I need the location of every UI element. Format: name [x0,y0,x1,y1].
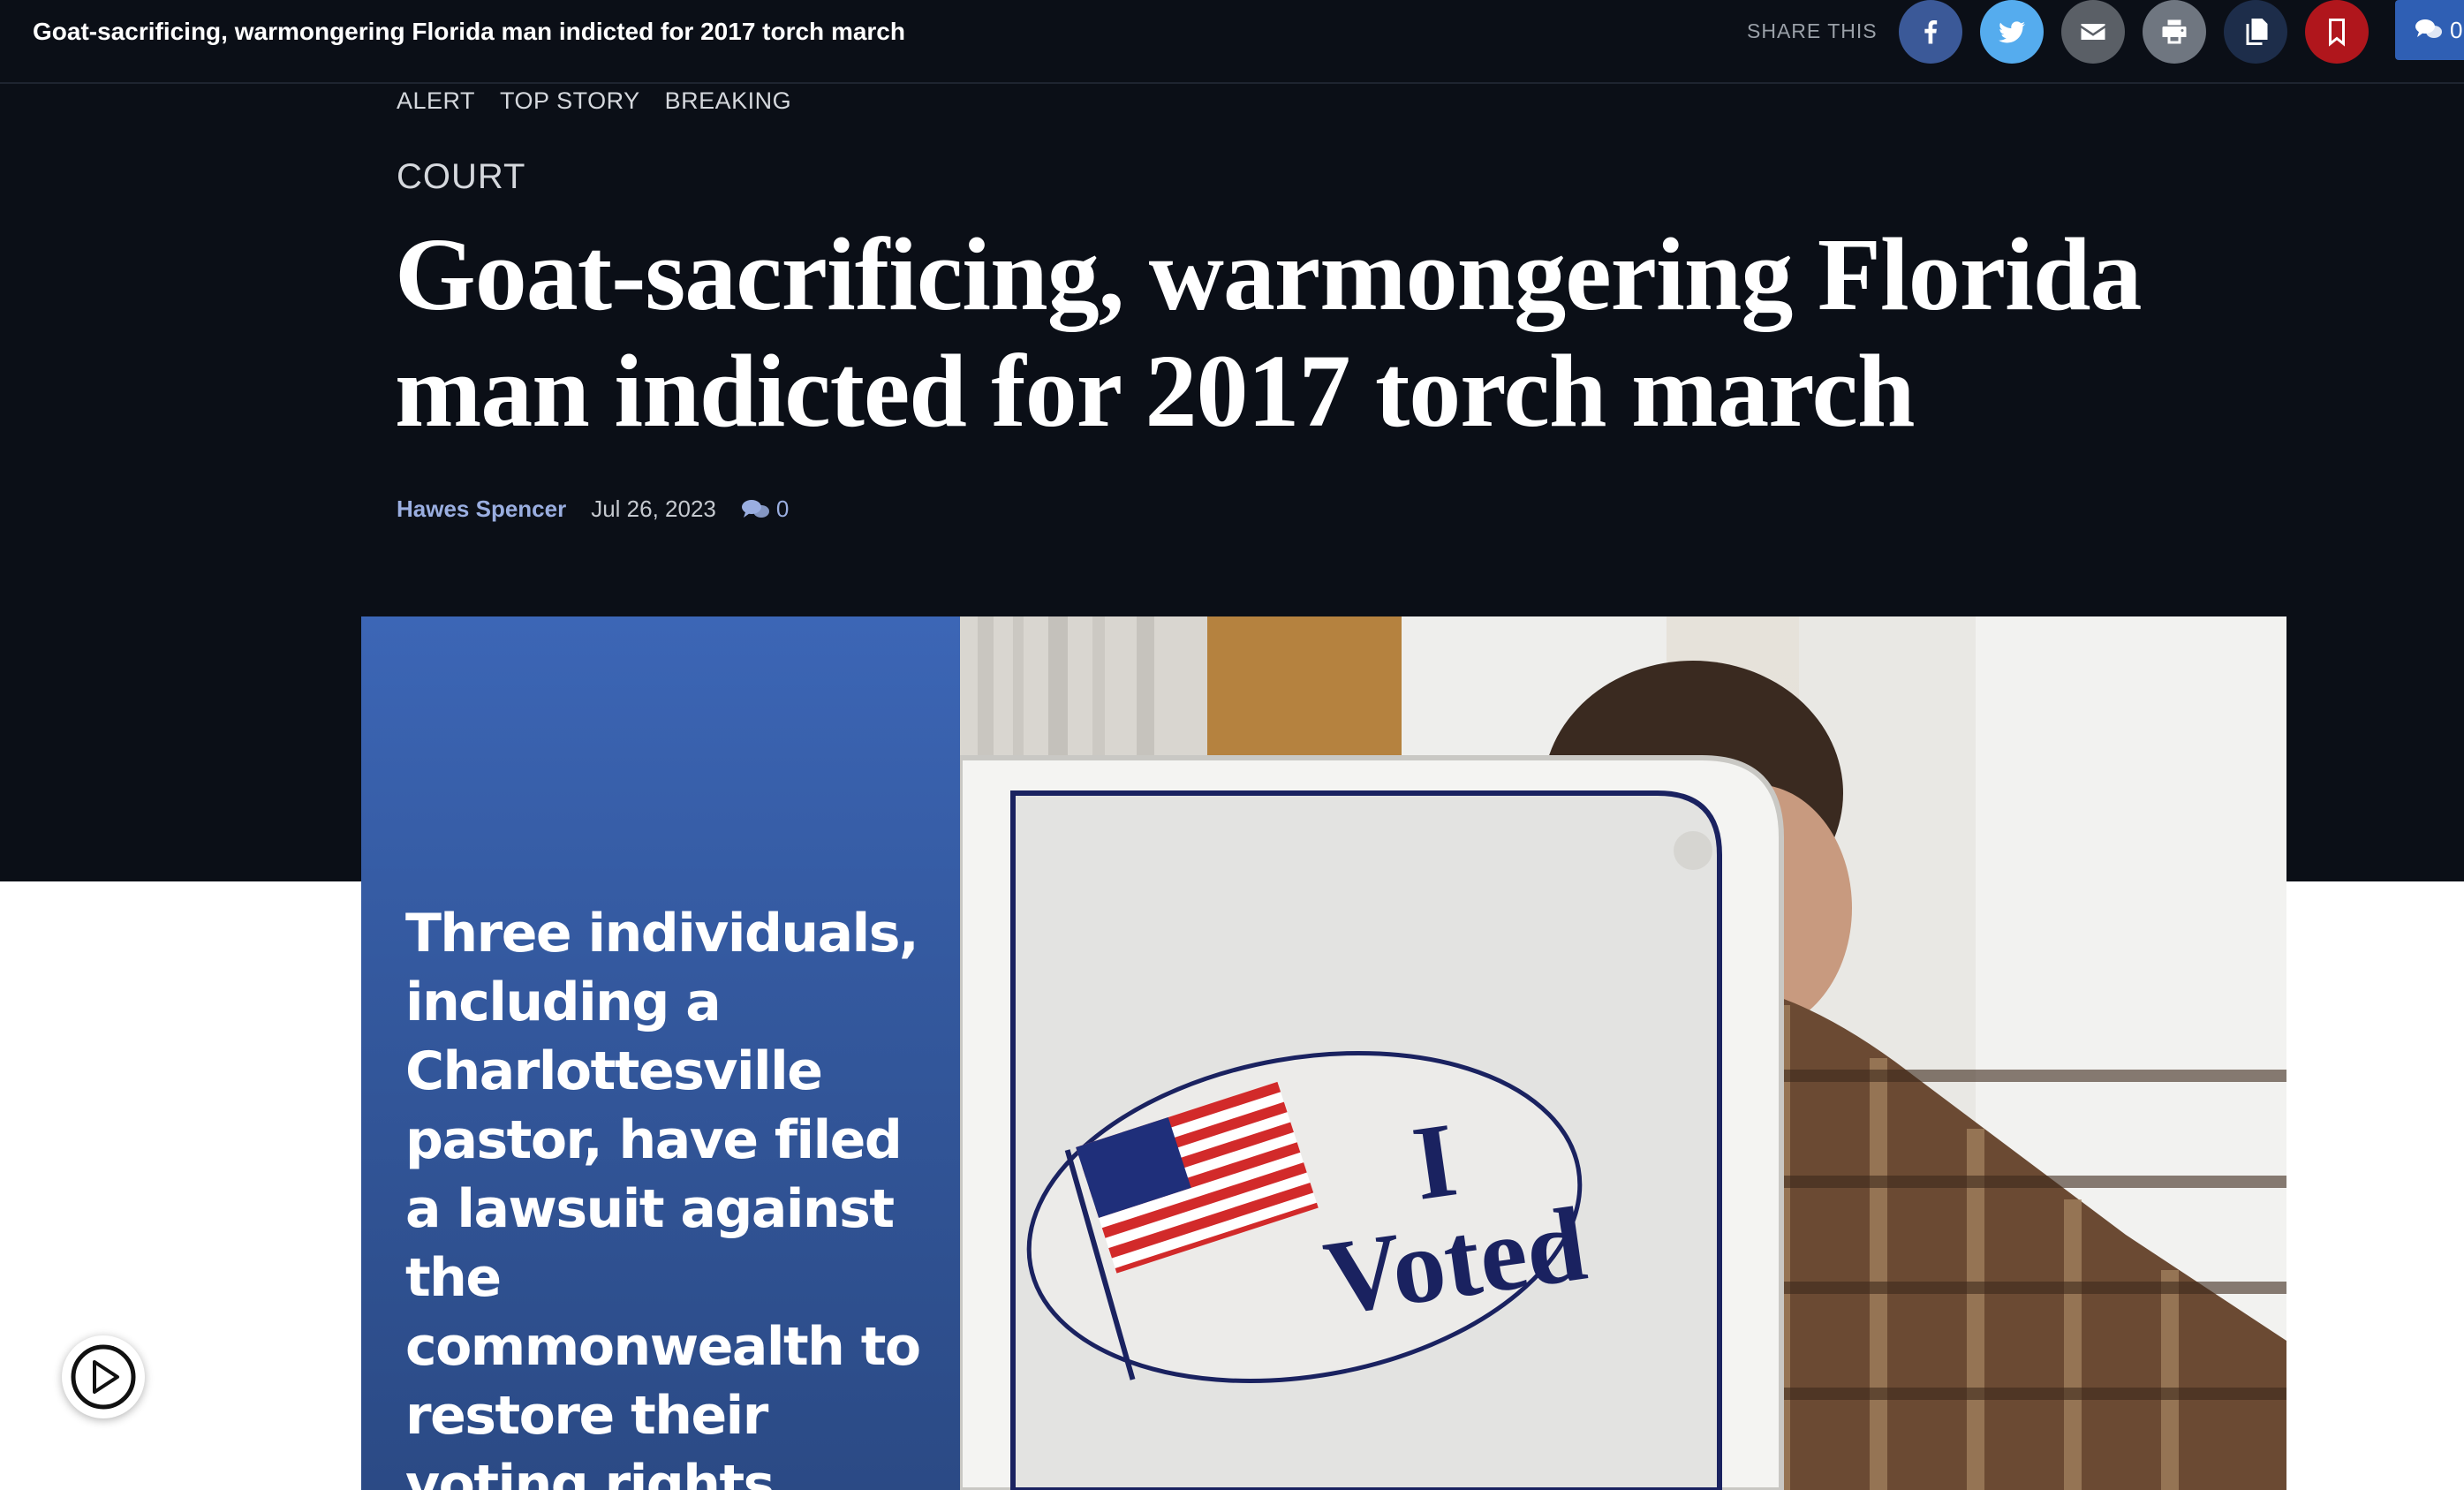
comments-icon [2415,19,2442,38]
flag-breaking[interactable]: BREAKING [665,87,792,115]
voting-booth-photo: I Voted [957,616,2286,1490]
bookmark-icon [2329,19,2345,47]
flag-alert[interactable]: ALERT [397,87,475,115]
topbar-article-title[interactable]: Goat-sacrificing, warmongering Florida m… [33,18,905,46]
comments-tab-button[interactable]: 0 [2395,0,2464,60]
facebook-share-button[interactable] [1899,0,1962,64]
comment-count: 0 [775,495,790,522]
hero-photo: I Voted [957,616,2286,1490]
facebook-icon [1924,19,1938,44]
article-headline: Goat-sacrificing, warmongering Florida m… [395,216,2143,449]
audio-play-button[interactable] [62,1335,145,1418]
twitter-share-button[interactable] [1980,0,2044,64]
bookmark-button[interactable] [2305,0,2369,64]
article-flags: ALERT TOP STORY BREAKING [397,87,791,115]
play-icon [71,1344,136,1410]
sticky-top-bar: Goat-sacrificing, warmongering Florida m… [0,0,2464,84]
flag-top-story[interactable]: TOP STORY [500,87,640,115]
twitter-icon [1999,21,2026,43]
comments-tab-count: 0 [2450,16,2463,43]
copy-link-button[interactable] [2224,0,2287,64]
byline: Hawes Spencer Jul 26, 2023 0 [397,495,789,523]
print-button[interactable] [2143,0,2206,64]
hero-caption-panel: Three individuals, including a Charlotte… [361,616,960,1490]
comment-count-link[interactable]: 0 [741,495,789,523]
envelope-icon [2081,24,2105,40]
printer-icon [2162,19,2187,44]
share-label: SHARE THIS [1747,19,1878,42]
author-link[interactable]: Hawes Spencer [397,495,566,523]
copy-icon [2246,19,2268,45]
email-share-button[interactable] [2061,0,2125,64]
publish-date: Jul 26, 2023 [591,495,716,522]
section-label[interactable]: COURT [397,157,525,197]
hero-caption: Three individuals, including a Charlotte… [405,903,921,1490]
hero-image[interactable]: Three individuals, including a Charlotte… [361,616,2286,1490]
comments-icon [741,499,769,518]
